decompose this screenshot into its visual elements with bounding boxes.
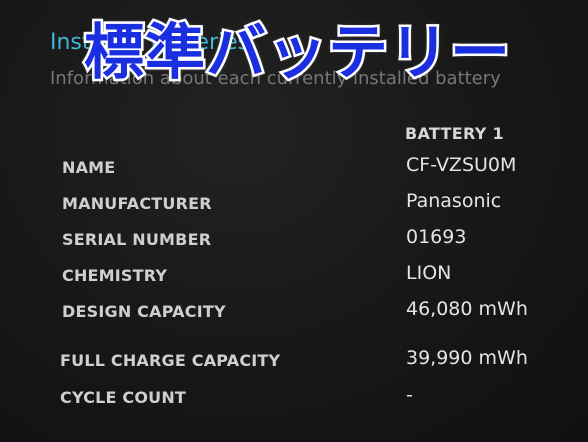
table-row-chemistry: CHEMISTRY LION — [0, 262, 588, 292]
table-row-design-capacity: DESIGN CAPACITY 46,080 mWh — [0, 298, 588, 328]
row-label: FULL CHARGE CAPACITY — [60, 351, 281, 370]
row-label: DESIGN CAPACITY — [62, 302, 226, 321]
battery-report-table: BATTERY 1 NAME CF-VZSU0M MANUFACTURER Pa… — [0, 0, 588, 442]
table-row-serial-number: SERIAL NUMBER 01693 — [0, 226, 588, 256]
table-row-full-charge-capacity: FULL CHARGE CAPACITY 39,990 mWh — [0, 347, 588, 377]
row-label: SERIAL NUMBER — [62, 230, 212, 249]
table-row-manufacturer: MANUFACTURER Panasonic — [0, 190, 588, 220]
table-row-cycle-count: CYCLE COUNT - — [0, 384, 588, 414]
row-value: LION — [406, 262, 452, 284]
row-value: 39,990 mWh — [406, 347, 528, 369]
row-value: 01693 — [406, 226, 467, 248]
row-value: - — [406, 384, 413, 406]
row-label: CHEMISTRY — [62, 266, 168, 285]
row-label: CYCLE COUNT — [60, 388, 187, 407]
row-value: 46,080 mWh — [406, 298, 528, 320]
row-value: Panasonic — [406, 190, 502, 212]
row-label: MANUFACTURER — [62, 194, 212, 213]
table-row-name: NAME CF-VZSU0M — [0, 154, 588, 184]
row-label: NAME — [62, 158, 116, 177]
column-header-battery: BATTERY 1 — [405, 124, 504, 143]
row-value: CF-VZSU0M — [406, 154, 517, 176]
